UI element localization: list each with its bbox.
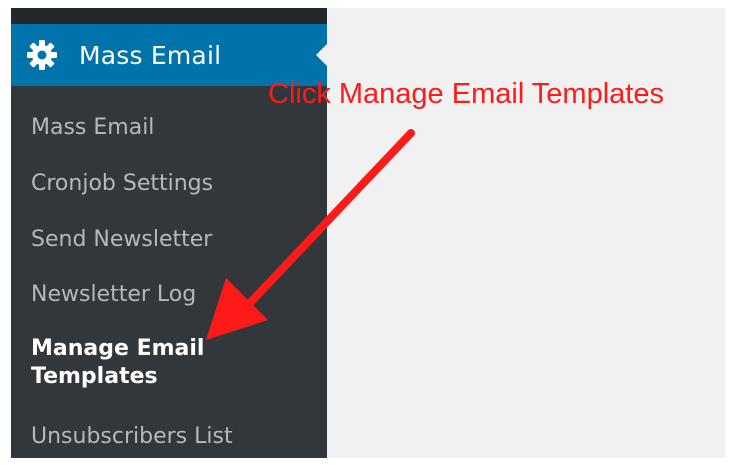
sidebar-top-strip [11,8,327,24]
submenu-item-mass-email[interactable]: Mass Email [31,114,154,142]
submenu-item-manage-email-templates[interactable]: Manage Email Templates [31,335,281,391]
submenu-item-cronjob-settings[interactable]: Cronjob Settings [31,170,213,198]
current-menu-notch [316,44,327,66]
submenu-item-unsubscribers-list[interactable]: Unsubscribers List [31,423,233,451]
gear-icon [25,38,59,72]
submenu-item-newsletter-log[interactable]: Newsletter Log [31,281,196,309]
menu-header-title: Mass Email [79,40,222,70]
menu-item-mass-email[interactable]: Mass Email [11,24,327,86]
admin-sidebar: Mass Email Mass Email Cronjob Settings S… [11,8,327,458]
content-area [327,8,725,458]
instruction-annotation: Click Manage Email Templates [268,78,664,110]
submenu-item-send-newsletter[interactable]: Send Newsletter [31,226,212,254]
submenu: Mass Email Cronjob Settings Send Newslet… [11,86,327,458]
screenshot-frame: Mass Email Mass Email Cronjob Settings S… [0,0,730,465]
